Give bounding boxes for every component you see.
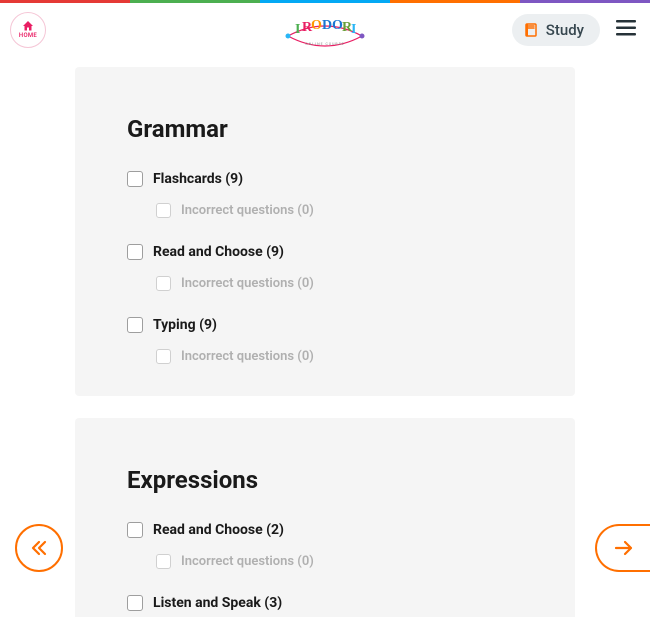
item-label: Read and Choose (9): [153, 244, 284, 260]
hamburger-icon: [616, 20, 636, 36]
study-label: Study: [546, 21, 584, 39]
book-icon: [524, 22, 540, 38]
arrow-right-icon: [613, 538, 635, 558]
svg-text:I: I: [295, 22, 300, 37]
list-item: Read and Choose (2) Incorrect questions …: [127, 522, 523, 569]
home-button[interactable]: HOME: [10, 12, 46, 48]
checkbox-flashcards[interactable]: [127, 171, 143, 187]
home-label: HOME: [19, 32, 37, 39]
checkbox-incorrect[interactable]: [156, 276, 171, 291]
checkbox-typing[interactable]: [127, 317, 143, 333]
item-label: Read and Choose (2): [153, 522, 284, 538]
svg-text:I: I: [351, 22, 356, 37]
logo[interactable]: I R O D O R I ONLINE COURSE: [280, 11, 370, 55]
checkbox-listen-speak[interactable]: [127, 595, 143, 611]
chevron-double-left-icon: [29, 538, 49, 558]
list-item: Listen and Speak (3): [127, 595, 523, 611]
list-item: Read and Choose (9) Incorrect questions …: [127, 244, 523, 291]
svg-text:O: O: [311, 18, 322, 33]
section-expressions: Expressions Read and Choose (2) Incorrec…: [75, 418, 575, 617]
sub-label: Incorrect questions (0): [181, 276, 314, 291]
checkbox-incorrect[interactable]: [156, 554, 171, 569]
next-button[interactable]: [595, 524, 650, 572]
sub-label: Incorrect questions (0): [181, 203, 314, 218]
sub-label: Incorrect questions (0): [181, 554, 314, 569]
item-label: Flashcards (9): [153, 171, 243, 187]
study-button[interactable]: Study: [512, 14, 600, 46]
section-title: Grammar: [127, 115, 523, 143]
list-item: Typing (9) Incorrect questions (0): [127, 317, 523, 364]
checkbox-incorrect[interactable]: [156, 349, 171, 364]
menu-button[interactable]: [612, 16, 640, 44]
list-item: Flashcards (9) Incorrect questions (0): [127, 171, 523, 218]
checkbox-incorrect[interactable]: [156, 203, 171, 218]
prev-button[interactable]: [15, 524, 63, 572]
item-label: Typing (9): [153, 317, 217, 333]
home-icon: [22, 21, 34, 31]
checkbox-read-choose[interactable]: [127, 244, 143, 260]
sub-label: Incorrect questions (0): [181, 349, 314, 364]
item-label: Listen and Speak (3): [153, 595, 282, 611]
section-grammar: Grammar Flashcards (9) Incorrect questio…: [75, 67, 575, 396]
header: HOME I R O D O R I ONLINE COURSE Study: [0, 3, 650, 57]
section-title: Expressions: [127, 466, 523, 494]
content: Grammar Flashcards (9) Incorrect questio…: [0, 57, 650, 617]
svg-text:D: D: [322, 18, 332, 33]
checkbox-read-choose[interactable]: [127, 522, 143, 538]
svg-text:ONLINE COURSE: ONLINE COURSE: [305, 42, 344, 46]
